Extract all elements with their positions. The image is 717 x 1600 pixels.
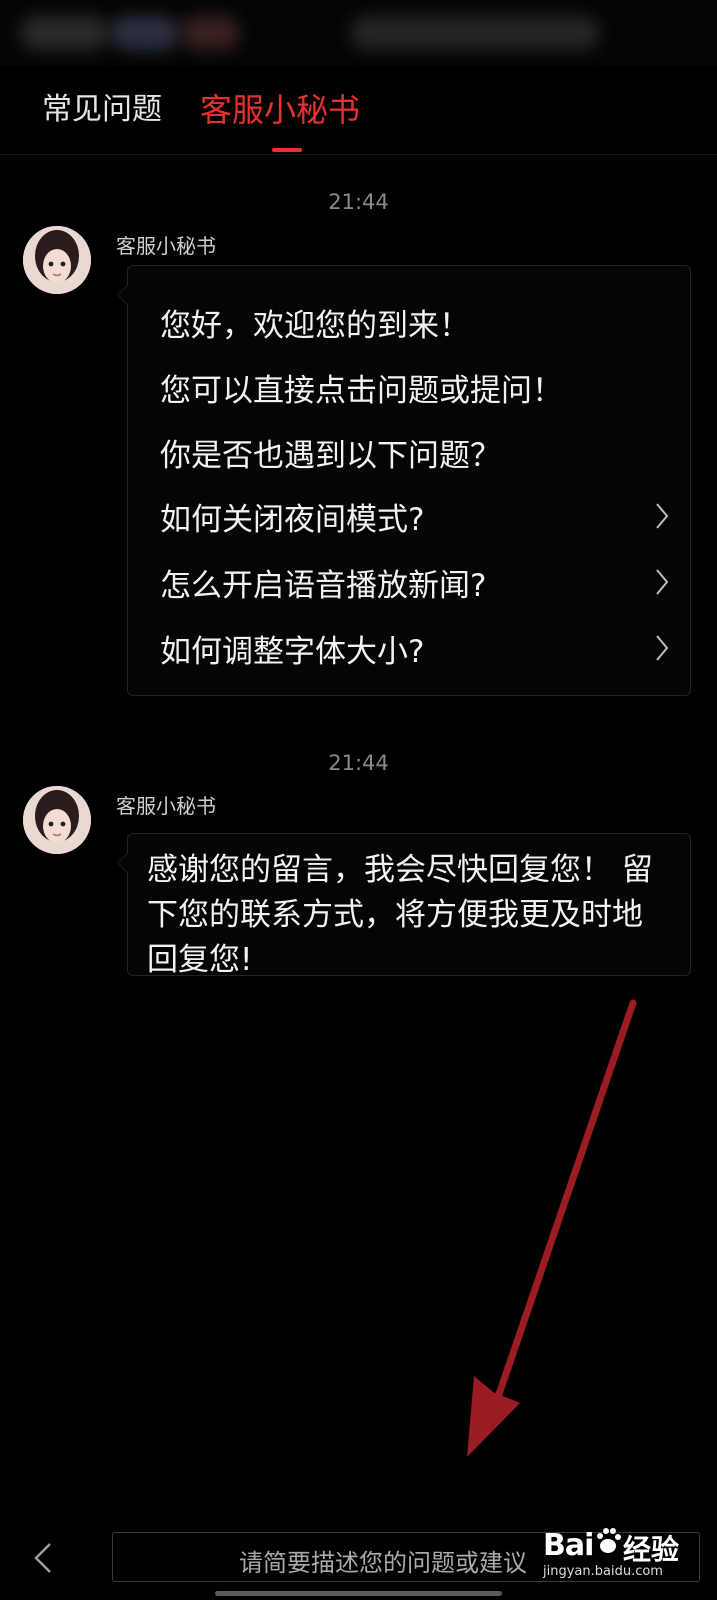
sender-name: 客服小秘书 (116, 234, 216, 258)
message-line: 您可以直接点击问题或提问！ (160, 373, 563, 409)
faq-item-night-mode[interactable]: 如何关闭夜间模式? (160, 494, 680, 538)
faq-item-label: 怎么开启语音播放新闻? (160, 568, 487, 604)
tab-assistant[interactable]: 客服小秘书 (200, 90, 360, 130)
chevron-left-icon[interactable] (28, 1538, 58, 1578)
message-bubble: 您好，欢迎您的到来！ 您可以直接点击问题或提问！ 你是否也遇到以下问题？ 如何关… (117, 265, 691, 696)
message-timestamp: 21:44 (328, 751, 389, 775)
watermark-url: jingyan.baidu.com (543, 1564, 663, 1579)
avatar (23, 786, 91, 854)
watermark-logo: Bai (543, 1528, 594, 1563)
avatar (23, 226, 91, 294)
tab-bar: 常见问题 客服小秘书 (0, 70, 717, 155)
active-tab-indicator (272, 148, 302, 152)
message-bubble: 感谢您的留言，我会尽快回复您！ 留下您的联系方式，将方便我更及时地回复您! (117, 833, 691, 978)
faq-item-voice-news[interactable]: 怎么开启语音播放新闻? (160, 560, 680, 604)
faq-item-label: 如何调整字体大小? (160, 634, 425, 670)
message-input-placeholder: 请简要描述您的问题或建议 (239, 1549, 527, 1577)
chevron-right-icon (656, 503, 669, 529)
message-line: 你是否也遇到以下问题？ (160, 438, 501, 474)
faq-item-font-size[interactable]: 如何调整字体大小? (160, 626, 680, 670)
annotation-arrow (467, 999, 637, 1457)
paw-icon (597, 1528, 621, 1553)
reply-text: 感谢您的留言，我会尽快回复您！ 留下您的联系方式，将方便我更及时地回复您! (147, 852, 653, 978)
baidu-jingyan-watermark: Bai 经验 jingyan.baidu.com (543, 1522, 703, 1580)
message-timestamp: 21:44 (328, 190, 389, 214)
sender-name: 客服小秘书 (116, 794, 216, 818)
watermark-word: 经验 (623, 1533, 680, 1566)
status-bar (0, 0, 717, 66)
tab-faq[interactable]: 常见问题 (42, 90, 162, 130)
message-line: 您好，欢迎您的到来！ (160, 308, 470, 344)
chevron-right-icon (656, 569, 669, 595)
home-indicator[interactable] (215, 1591, 502, 1596)
chevron-right-icon (656, 635, 669, 661)
faq-item-label: 如何关闭夜间模式? (160, 502, 425, 538)
